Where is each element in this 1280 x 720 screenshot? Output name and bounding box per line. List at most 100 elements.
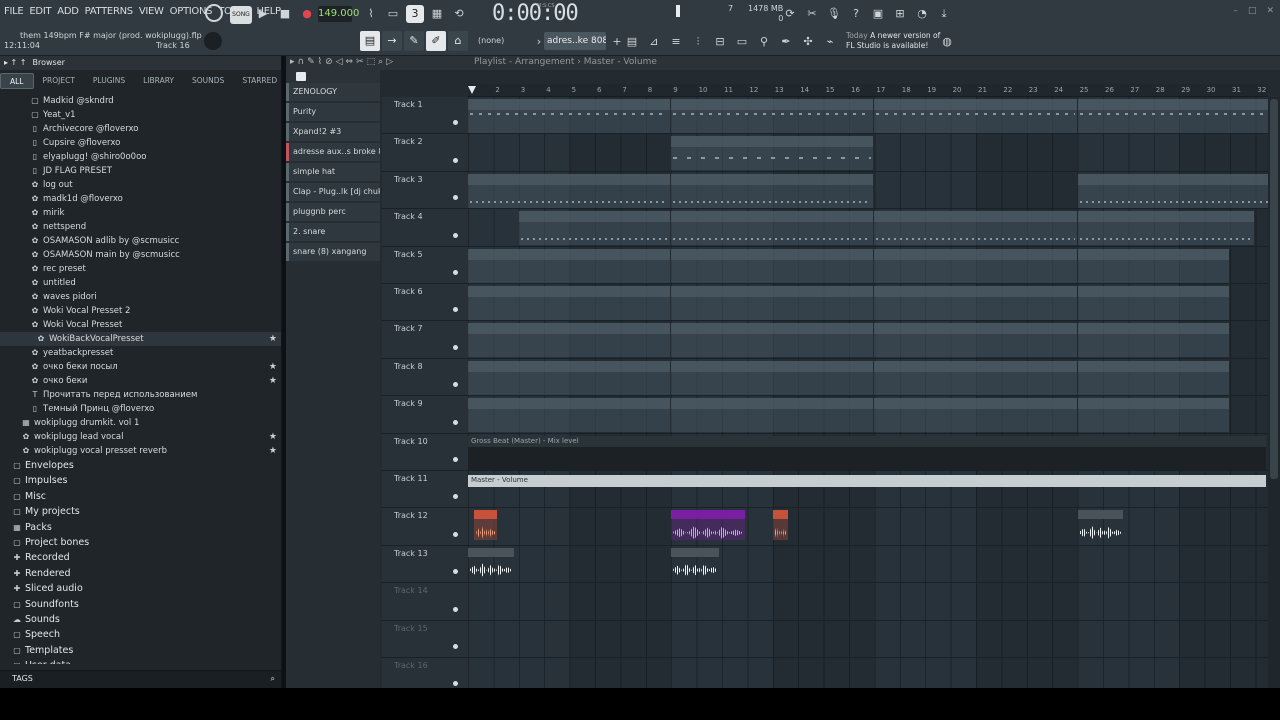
volume-automation-clip[interactable]: Master - Volume: [468, 475, 1266, 487]
browser-folder[interactable]: ✚ Rendered: [0, 566, 281, 581]
pattern-clip[interactable]: Xpand!2 #3: [671, 173, 874, 208]
track-mute-led[interactable]: [453, 307, 458, 313]
playback-icon[interactable]: ▷: [386, 57, 393, 67]
track-header[interactable]: Track 9: [382, 396, 468, 434]
browser-icon[interactable]: ▭: [733, 33, 751, 51]
audio-clip[interactable]: i got. video: [1077, 510, 1124, 540]
star-icon[interactable]: ★: [269, 444, 277, 458]
plugin-icon[interactable]: ⊟: [711, 33, 729, 51]
browser-tab-library[interactable]: LIBRARY: [134, 73, 183, 89]
browser-item[interactable]: ▯ JD FLAG PRESET: [0, 164, 281, 178]
chat-icon[interactable]: ◔: [913, 5, 931, 23]
pattern-clip[interactable]: adresse aux fdps broke 808: [874, 211, 1077, 246]
loop-record-icon[interactable]: ⟲: [450, 5, 468, 23]
pattern-clip[interactable]: snare (8) xangang: [874, 398, 1077, 433]
minimize-icon[interactable]: –: [1233, 6, 1238, 16]
save-icon[interactable]: ▣: [869, 5, 887, 23]
close-icon[interactable]: ✕: [1266, 6, 1274, 16]
pattern-clip[interactable]: Xpand!2 #3: [1077, 173, 1268, 208]
browser-folder[interactable]: ▢ Soundfonts: [0, 597, 281, 612]
pattern-clip[interactable]: pluggnb perc: [874, 323, 1077, 358]
maximize-icon[interactable]: □: [1248, 6, 1257, 16]
track-lane[interactable]: [468, 583, 1268, 621]
browser-item[interactable]: ▯ Cupsire @floverxo: [0, 136, 281, 150]
track-mute-led[interactable]: [453, 195, 458, 201]
arrangement-grid[interactable]: ZENOLOGY ZENOLOGY ZENOLOGY ZENOLOGY Purity Xp…: [468, 97, 1268, 688]
pattern-clip[interactable]: adresse aux fdps broke 808: [518, 211, 671, 246]
track-header[interactable]: Track 11: [382, 471, 468, 509]
browser-item[interactable]: ▯ elyaplugg! @shiro0o0oo: [0, 150, 281, 164]
undo-icon[interactable]: ⟳: [781, 5, 799, 23]
track-header[interactable]: Track 13: [382, 545, 468, 584]
menu-edit[interactable]: EDIT: [29, 6, 51, 17]
song-mode-knob-icon[interactable]: [205, 4, 223, 22]
pattern-song-toggle[interactable]: SONG: [230, 6, 252, 24]
track-header[interactable]: Track 2: [382, 134, 468, 172]
audio-clip[interactable]: you know: [468, 547, 514, 578]
pattern-item[interactable]: Xpand!2 #3: [286, 123, 380, 141]
pattern-clip[interactable]: snare (8) xangang: [671, 398, 874, 433]
track-header[interactable]: Track 8: [382, 358, 468, 397]
track-header[interactable]: Track 15: [382, 620, 468, 658]
track-lane[interactable]: [468, 546, 1268, 584]
search-icon[interactable]: ⌕: [271, 674, 275, 684]
browser-folder[interactable]: ▢ Envelopes: [0, 458, 281, 473]
browser-tab-project[interactable]: PROJECT: [34, 73, 84, 89]
track-mute-led[interactable]: [453, 569, 458, 575]
mic-icon[interactable]: 🎙: [825, 5, 843, 23]
audio-clip[interactable]: [474, 510, 498, 541]
browser-folder[interactable]: ✚ Sliced audio: [0, 581, 281, 596]
star-icon[interactable]: ★: [269, 360, 277, 374]
browser-folder[interactable]: ▢ Misc: [0, 489, 281, 504]
help-icon[interactable]: ?: [847, 5, 865, 23]
pattern-clip[interactable]: snare (8) xangang: [1077, 398, 1229, 433]
brush-icon[interactable]: ⌇: [318, 57, 322, 67]
piano-roll-icon[interactable]: ⊿: [645, 33, 663, 51]
browser-folder[interactable]: ▢ Speech: [0, 627, 281, 642]
magnet-icon[interactable]: ∩: [298, 57, 305, 67]
browser-tab-all[interactable]: ALL: [0, 73, 34, 89]
track-mute-led[interactable]: [453, 344, 458, 350]
track-header[interactable]: Track 14: [382, 583, 468, 621]
paint-icon[interactable]: ✎: [404, 31, 424, 51]
browser-item[interactable]: ✿ waves pidori: [0, 290, 281, 304]
browser-folder[interactable]: ☁ Sounds: [0, 612, 281, 627]
pattern-clip[interactable]: simple hat: [468, 248, 671, 283]
pattern-clip[interactable]: simple hat: [874, 248, 1077, 283]
pattern-item[interactable]: pluggnb perc: [286, 203, 380, 221]
pattern-clip[interactable]: ZENOLOGY: [1077, 99, 1268, 133]
channel-rack-icon[interactable]: ≡: [667, 33, 685, 51]
mute-icon[interactable]: ◁: [336, 57, 343, 67]
pattern-clip[interactable]: simple hat: [671, 248, 874, 283]
pattern-clip[interactable]: Clap - Plugg Walk [dj chuk]: [468, 286, 671, 320]
download-icon[interactable]: ⤓: [935, 5, 953, 23]
browser-item[interactable]: T Прочитать перед использованием: [0, 388, 281, 402]
blend-notes-icon[interactable]: ▦: [428, 5, 446, 23]
master-volume-slider[interactable]: [660, 4, 720, 18]
pattern-clip[interactable]: ZENOLOGY: [468, 99, 671, 133]
pattern-clip[interactable]: pluggnb perc: [1077, 323, 1229, 358]
pattern-clip[interactable]: pluggnb perc: [468, 323, 671, 358]
pattern-clip[interactable]: adresse aux fdps broke 808: [1077, 211, 1255, 246]
track-lane[interactable]: [468, 658, 1268, 688]
browser-tab-sounds[interactable]: SOUNDS: [183, 73, 233, 89]
keyboard-icon[interactable]: ▤: [360, 31, 380, 51]
stamp-icon[interactable]: ⌂: [448, 31, 468, 51]
cut-icon[interactable]: ✂: [803, 5, 821, 23]
arrow-right-icon[interactable]: →: [382, 31, 402, 51]
delete-icon[interactable]: ⊘: [325, 57, 333, 67]
playlist-arrow-icon[interactable]: ▸: [290, 57, 295, 67]
snap-none[interactable]: (none): [478, 36, 504, 45]
track-mute-led[interactable]: [453, 157, 458, 163]
browser-item[interactable]: ▢ Madkid @skndrd: [0, 94, 281, 108]
browser-item[interactable]: ✿ rec preset: [0, 262, 281, 276]
track-header[interactable]: Track 7: [382, 321, 468, 359]
star-icon[interactable]: ★: [269, 374, 277, 388]
pattern-clip[interactable]: ZENOLOGY: [671, 99, 874, 133]
track-mute-led[interactable]: [453, 606, 458, 612]
track-lane[interactable]: [468, 621, 1268, 658]
menu-file[interactable]: FILE: [4, 6, 24, 17]
pattern-clip[interactable]: Purity: [671, 136, 874, 171]
browser-folder[interactable]: ▢ Project bones: [0, 535, 281, 550]
menu-view[interactable]: VIEW: [139, 6, 164, 17]
